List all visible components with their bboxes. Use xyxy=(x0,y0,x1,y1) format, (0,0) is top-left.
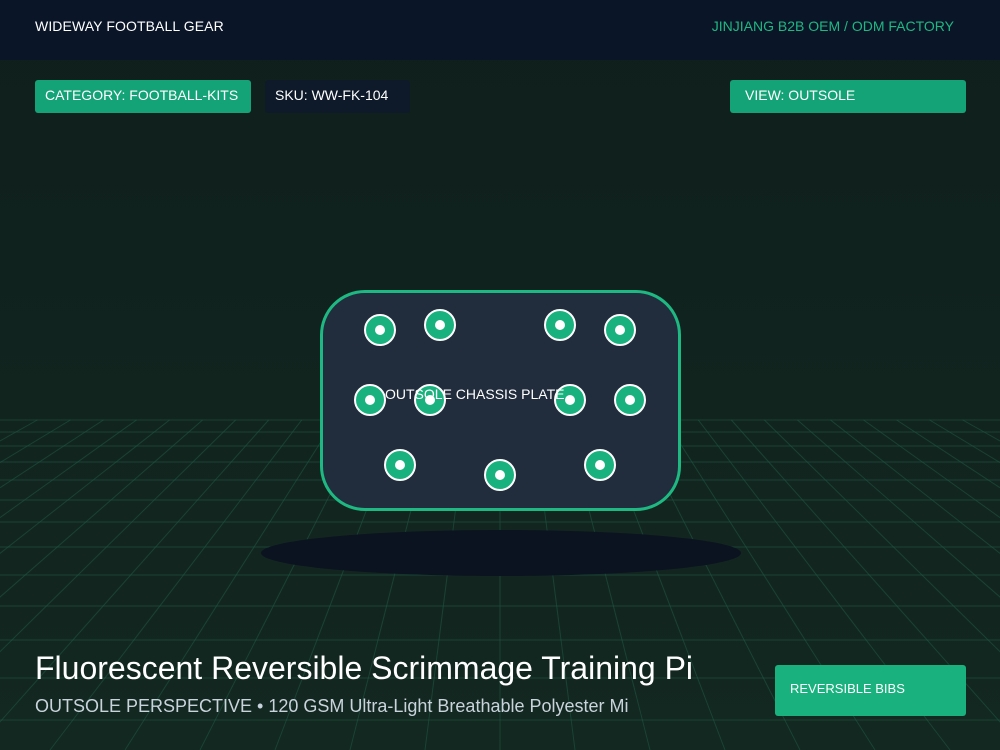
factory-label: JINJIANG B2B OEM / ODM FACTORY xyxy=(711,18,954,34)
reversible-bibs-button[interactable]: REVERSIBLE BIBS xyxy=(775,665,966,716)
stud-3 xyxy=(544,309,576,341)
stud-4 xyxy=(604,314,636,346)
top-bar: WIDEWAY FOOTBALL GEAR JINJIANG B2B OEM /… xyxy=(0,0,1000,60)
stud-1 xyxy=(364,314,396,346)
category-chip[interactable]: CATEGORY: FOOTBALL-KITS xyxy=(35,80,251,113)
plate-shadow xyxy=(261,530,741,576)
stud-5 xyxy=(354,384,386,416)
stud-11 xyxy=(584,449,616,481)
sku-chip: SKU: WW-FK-104 xyxy=(265,80,410,113)
stud-8 xyxy=(614,384,646,416)
product-title: Fluorescent Reversible Scrimmage Trainin… xyxy=(35,650,694,686)
product-viewer-page: WIDEWAY FOOTBALL GEAR JINJIANG B2B OEM /… xyxy=(0,0,1000,750)
stud-9 xyxy=(384,449,416,481)
plate-label: OUTSOLE CHASSIS PLATE xyxy=(385,386,565,402)
brand-name[interactable]: WIDEWAY FOOTBALL GEAR xyxy=(35,18,224,34)
stud-10 xyxy=(484,459,516,491)
stud-2 xyxy=(424,309,456,341)
product-subtitle: OUTSOLE PERSPECTIVE • 120 GSM Ultra-Ligh… xyxy=(35,696,629,716)
view-toggle[interactable]: VIEW: OUTSOLE xyxy=(730,80,966,113)
